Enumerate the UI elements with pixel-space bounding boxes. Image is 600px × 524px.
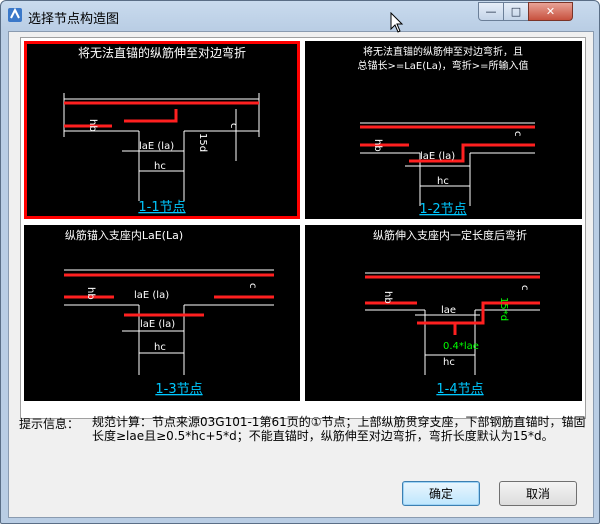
dialog-window: 选择节点构造图 — □ ✕ 将无法直锚的纵筋伸至对边弯折 hb c 15d la… (0, 0, 600, 524)
node-diagram-1-2: 将无法直锚的纵筋伸至对边弯折，且 总锚长>=LaE(La)，弯折>=所输入值 h… (357, 45, 535, 217)
node-label: 1-4节点 (436, 382, 483, 397)
maximize-button[interactable]: □ (503, 2, 529, 21)
panel-caption: 纵筋伸入支座内一定长度后弯折 (373, 228, 527, 242)
dim-hc: hc (437, 176, 449, 187)
dim-lae: laE (la) (420, 151, 455, 162)
close-icon: ✕ (545, 5, 556, 18)
dim-c: c (247, 283, 258, 289)
ok-button[interactable]: 确定 (402, 481, 480, 506)
maximize-icon: □ (510, 5, 522, 18)
dim-c: c (519, 285, 530, 291)
dim-bend: 15*d (498, 297, 509, 321)
node-label: 1-1节点 (138, 200, 185, 215)
node-diagram-1-4: 纵筋伸入支座内一定长度后弯折 hb c lae 15*d 0.4*lae hc … (365, 228, 540, 397)
app-icon (8, 7, 22, 22)
panel-caption: 将无法直锚的纵筋伸至对边弯折，且 (363, 45, 523, 58)
dim-hc: hc (154, 161, 166, 172)
minimize-button[interactable]: — (478, 2, 504, 21)
window-title: 选择节点构造图 (28, 12, 120, 27)
dim-bend: 15d (197, 133, 208, 152)
info-text: 规范计算：节点来源03G101-1第61页的①节点；上部纵筋贯穿支座，下部钢筋直… (92, 415, 586, 443)
dim-lae-bottom: laE (la) (140, 319, 175, 330)
dim-lae-top: laE (la) (134, 290, 169, 301)
dim-lae: lae (441, 305, 456, 316)
panel-caption-line2: 总锚长>=LaE(La)，弯折>=所输入值 (357, 59, 528, 72)
node-label: 1-2节点 (419, 202, 466, 217)
close-button[interactable]: ✕ (528, 2, 573, 21)
panel-caption: 将无法直锚的纵筋伸至对边弯折 (78, 45, 246, 60)
dim-hb: hb (372, 139, 383, 152)
node-label: 1-3节点 (155, 382, 202, 397)
panel-caption: 纵筋锚入支座内LaE(La) (65, 228, 183, 242)
mouse-cursor-icon (390, 12, 404, 33)
node-diagram-1-1: 将无法直锚的纵筋伸至对边弯折 hb c 15d laE (la) hc 1-1节… (63, 45, 260, 215)
dim-hc: hc (154, 342, 166, 353)
node-panel-1-4[interactable]: 纵筋伸入支座内一定长度后弯折 hb c lae 15*d 0.4*lae hc … (305, 225, 582, 401)
title-bar[interactable]: 选择节点构造图 — □ ✕ (1, 1, 599, 31)
dim-ratio: 0.4*lae (443, 341, 479, 352)
node-diagram-1-3: 纵筋锚入支座内LaE(La) hb c laE (la) laE (la) hc… (64, 228, 274, 397)
minimize-icon: — (485, 5, 497, 18)
dim-hb: hb (87, 119, 98, 132)
node-panel-1-2[interactable]: 将无法直锚的纵筋伸至对边弯折，且 总锚长>=LaE(La)，弯折>=所输入值 h… (305, 41, 582, 219)
dim-lae: laE (la) (139, 141, 174, 152)
info-label: 提示信息： (19, 417, 80, 431)
cancel-button[interactable]: 取消 (499, 481, 577, 506)
node-diagram-grid: 将无法直锚的纵筋伸至对边弯折 hb c 15d laE (la) hc 1-1节… (20, 37, 586, 419)
dialog-client: 将无法直锚的纵筋伸至对边弯折 hb c 15d laE (la) hc 1-1节… (8, 31, 594, 518)
dim-hb: hb (85, 287, 96, 300)
dim-hc: hc (443, 357, 455, 368)
node-panel-1-3[interactable]: 纵筋锚入支座内LaE(La) hb c laE (la) laE (la) hc… (24, 225, 300, 401)
dim-c: c (228, 123, 239, 129)
dim-c: c (512, 131, 523, 137)
node-panel-1-1[interactable]: 将无法直锚的纵筋伸至对边弯折 hb c 15d laE (la) hc 1-1节… (24, 41, 300, 219)
dim-hb: hb (382, 291, 393, 304)
